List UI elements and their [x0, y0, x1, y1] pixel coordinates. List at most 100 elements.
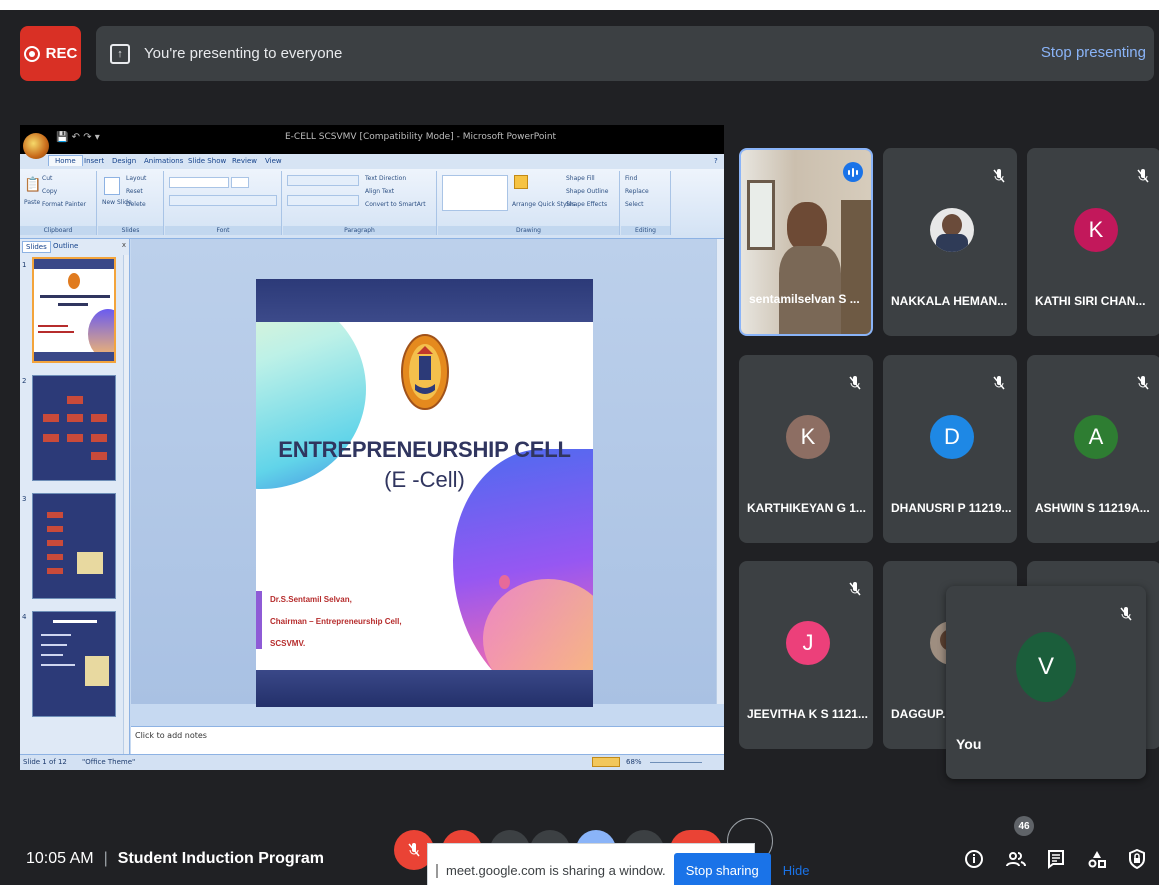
- mic-muted-icon: [1137, 376, 1149, 390]
- slides-pane: Slides Outline x 1 2 3 4: [20, 239, 130, 754]
- workspace-scrollbar[interactable]: [716, 239, 724, 704]
- host-controls-button[interactable]: [1125, 845, 1149, 873]
- clipboard-label: Clipboard: [20, 226, 96, 235]
- participant-tile[interactable]: K KARTHIKEYAN G 1...: [739, 355, 873, 543]
- ribbon-tab-review[interactable]: Review: [232, 157, 257, 165]
- close-pane-icon[interactable]: x: [122, 241, 126, 249]
- layout-button[interactable]: Layout: [126, 175, 146, 182]
- notes-pane[interactable]: Click to add notes: [131, 726, 724, 754]
- ribbon-tab-slideshow[interactable]: Slide Show: [188, 157, 226, 165]
- hide-button[interactable]: Hide: [783, 863, 810, 878]
- participant-tile[interactable]: K KATHI SIRI CHAN...: [1027, 148, 1159, 336]
- ribbon: 📋 Paste Cut Copy Format Painter Clipboar…: [20, 169, 724, 239]
- shape-fill-button[interactable]: Shape Fill: [566, 175, 595, 182]
- ribbon-tab-view[interactable]: View: [265, 157, 282, 165]
- presenter-role: Chairman – Entrepreneurship Cell,: [270, 617, 402, 626]
- record-icon: [23, 45, 40, 62]
- cut-button[interactable]: Cut: [42, 175, 52, 182]
- ribbon-tab-home[interactable]: Home: [48, 155, 83, 166]
- slide-thumbnail-2[interactable]: [32, 375, 116, 481]
- separator: |: [103, 850, 108, 867]
- format-painter-button[interactable]: Format Painter: [42, 201, 86, 208]
- avatar-photo: [930, 208, 974, 252]
- status-slide-count: Slide 1 of 12: [23, 758, 67, 766]
- participant-tile[interactable]: J JEEVITHA K S 1121...: [739, 561, 873, 749]
- speaking-indicator-icon: [843, 162, 863, 182]
- ribbon-tab-animations[interactable]: Animations: [144, 157, 183, 165]
- tab-slides[interactable]: Slides: [22, 241, 51, 253]
- self-label: You: [956, 736, 982, 752]
- participant-tile[interactable]: D DHANUSRI P 11219...: [883, 355, 1017, 543]
- thumb-number: 4: [22, 613, 27, 621]
- presenter-name: Dr.S.Sentamil Selvan,: [270, 595, 352, 604]
- meeting-details-button[interactable]: [962, 845, 986, 873]
- reset-button[interactable]: Reset: [126, 188, 143, 195]
- list-buttons[interactable]: [287, 175, 359, 186]
- pane-scrollbar[interactable]: [123, 255, 129, 754]
- participant-tile-video[interactable]: sentamilselvan S ...: [739, 148, 873, 336]
- slide-thumbnail-4[interactable]: [32, 611, 116, 717]
- recording-indicator[interactable]: REC: [20, 26, 81, 81]
- slide-thumbnail-1[interactable]: [32, 257, 116, 363]
- replace-button[interactable]: Replace: [625, 188, 649, 195]
- avatar: K: [1074, 208, 1118, 252]
- view-buttons[interactable]: [592, 757, 620, 767]
- presenter-org: SCSVMV.: [270, 639, 306, 648]
- stop-sharing-button[interactable]: Stop sharing: [673, 852, 771, 885]
- tab-outline[interactable]: Outline: [50, 241, 81, 251]
- slides-label: Slides: [98, 226, 163, 235]
- participant-name: KARTHIKEYAN G 1...: [747, 501, 866, 515]
- zoom-slider[interactable]: [650, 762, 702, 763]
- office-button[interactable]: [23, 133, 49, 159]
- mic-muted-icon: [849, 376, 861, 390]
- drag-handle-icon[interactable]: [436, 863, 438, 878]
- convert-smartart-button[interactable]: Convert to SmartArt: [365, 201, 426, 208]
- drawing-group: Arrange Quick Styles Shape Fill Shape Ou…: [438, 171, 620, 235]
- ribbon-tab-insert[interactable]: Insert: [84, 157, 104, 165]
- drawing-label: Drawing: [438, 226, 619, 235]
- shape-outline-button[interactable]: Shape Outline: [566, 188, 608, 195]
- present-screen-icon: ↑: [110, 43, 130, 64]
- copy-button[interactable]: Copy: [42, 188, 57, 195]
- align-text-button[interactable]: Align Text: [365, 188, 394, 195]
- text-direction-button[interactable]: Text Direction: [365, 175, 406, 182]
- font-name-box[interactable]: [169, 177, 229, 188]
- clipboard-group: 📋 Paste Cut Copy Format Painter Clipboar…: [20, 171, 97, 235]
- participant-tile[interactable]: NAKKALA HEMAN...: [883, 148, 1017, 336]
- participant-name: NAKKALA HEMAN...: [891, 294, 1008, 308]
- activities-button[interactable]: [1085, 845, 1109, 873]
- stop-presenting-button[interactable]: Stop presenting: [1041, 44, 1146, 61]
- arrange-button[interactable]: Arrange: [512, 201, 536, 208]
- chat-button[interactable]: [1044, 845, 1068, 873]
- shape-effects-button[interactable]: Shape Effects: [566, 201, 607, 208]
- help-icon[interactable]: ?: [714, 157, 718, 165]
- select-button[interactable]: Select: [625, 201, 644, 208]
- people-button[interactable]: [1004, 845, 1028, 873]
- decor-dot: [499, 575, 510, 589]
- status-theme: "Office Theme": [82, 758, 136, 766]
- meet-window: REC ↑ You're presenting to everyone Stop…: [0, 10, 1159, 885]
- arrange-icon[interactable]: [514, 175, 528, 189]
- font-format-buttons[interactable]: [169, 195, 277, 206]
- new-slide-icon[interactable]: [104, 177, 120, 195]
- font-size-box[interactable]: [231, 177, 249, 188]
- find-button[interactable]: Find: [625, 175, 637, 182]
- editing-label: Editing: [621, 226, 670, 235]
- self-view-tile[interactable]: V You: [946, 586, 1146, 779]
- ppt-title-bar: 💾 ↶ ↷ ▾ E-CELL SCSVMV [Compatibility Mod…: [20, 125, 724, 154]
- paste-button[interactable]: Paste: [24, 199, 40, 206]
- ribbon-tab-design[interactable]: Design: [112, 157, 136, 165]
- status-bar: Slide 1 of 12 "Office Theme" 68%: [20, 754, 724, 770]
- people-count-badge: 46: [1014, 816, 1034, 836]
- align-buttons[interactable]: [287, 195, 359, 206]
- slide-thumbnail-3[interactable]: [32, 493, 116, 599]
- paste-icon[interactable]: 📋: [24, 177, 41, 193]
- delete-button[interactable]: Delete: [126, 201, 146, 208]
- slide-footer-band: [256, 670, 593, 707]
- participant-name: JEEVITHA K S 1121...: [747, 707, 868, 721]
- participant-name: KATHI SIRI CHAN...: [1035, 294, 1146, 308]
- shapes-gallery[interactable]: [442, 175, 508, 211]
- quick-access-toolbar[interactable]: 💾 ↶ ↷ ▾: [56, 132, 100, 143]
- participant-tile[interactable]: A ASHWIN S 11219A...: [1027, 355, 1159, 543]
- avatar: K: [786, 415, 830, 459]
